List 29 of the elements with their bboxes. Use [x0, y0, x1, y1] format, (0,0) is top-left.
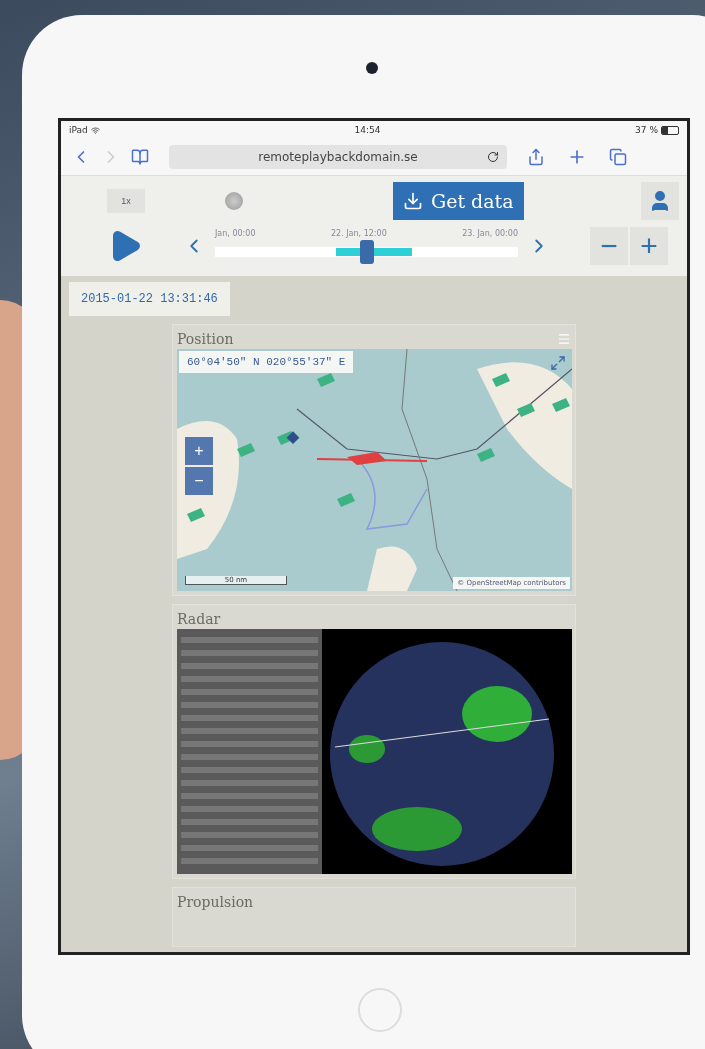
url-field[interactable]: remoteplaybackdomain.se	[169, 145, 507, 169]
panel-title: Propulsion	[177, 894, 254, 910]
zoom-in-button[interactable]: +	[630, 227, 668, 265]
panel-title: Radar	[177, 611, 221, 627]
timeline-thumb[interactable]	[359, 239, 374, 264]
tabs-icon[interactable]	[609, 148, 627, 166]
reload-icon[interactable]	[487, 151, 499, 163]
device-label: iPad	[69, 125, 88, 135]
wifi-icon	[90, 125, 100, 135]
clock: 14:54	[354, 125, 381, 135]
timestamp: 2015-01-22 13:31:46	[69, 282, 230, 316]
download-icon	[403, 191, 423, 211]
zoom-out-button[interactable]: −	[590, 227, 628, 265]
timeline-label: Jan, 00:00	[215, 228, 256, 238]
panel-title: Position	[177, 331, 234, 347]
battery-icon	[661, 125, 679, 135]
timeline-label: 22. Jan, 12:00	[331, 228, 387, 238]
timeline-label: 23. Jan, 00:00	[462, 228, 518, 238]
get-data-button[interactable]: Get data	[393, 182, 524, 220]
map-zoom-out-button[interactable]: −	[185, 467, 213, 495]
fullscreen-icon[interactable]	[550, 355, 566, 371]
user-button[interactable]	[640, 182, 679, 220]
share-icon[interactable]	[527, 148, 545, 166]
camera-dot	[366, 62, 378, 74]
coordinates-label: 60°04'50" N 020°55'37" E	[179, 351, 354, 373]
bookmarks-icon[interactable]	[131, 148, 149, 166]
speed-button[interactable]: 1x	[107, 189, 145, 213]
battery-label: 37 %	[635, 125, 658, 135]
map-zoom-in-button[interactable]: +	[185, 437, 213, 465]
